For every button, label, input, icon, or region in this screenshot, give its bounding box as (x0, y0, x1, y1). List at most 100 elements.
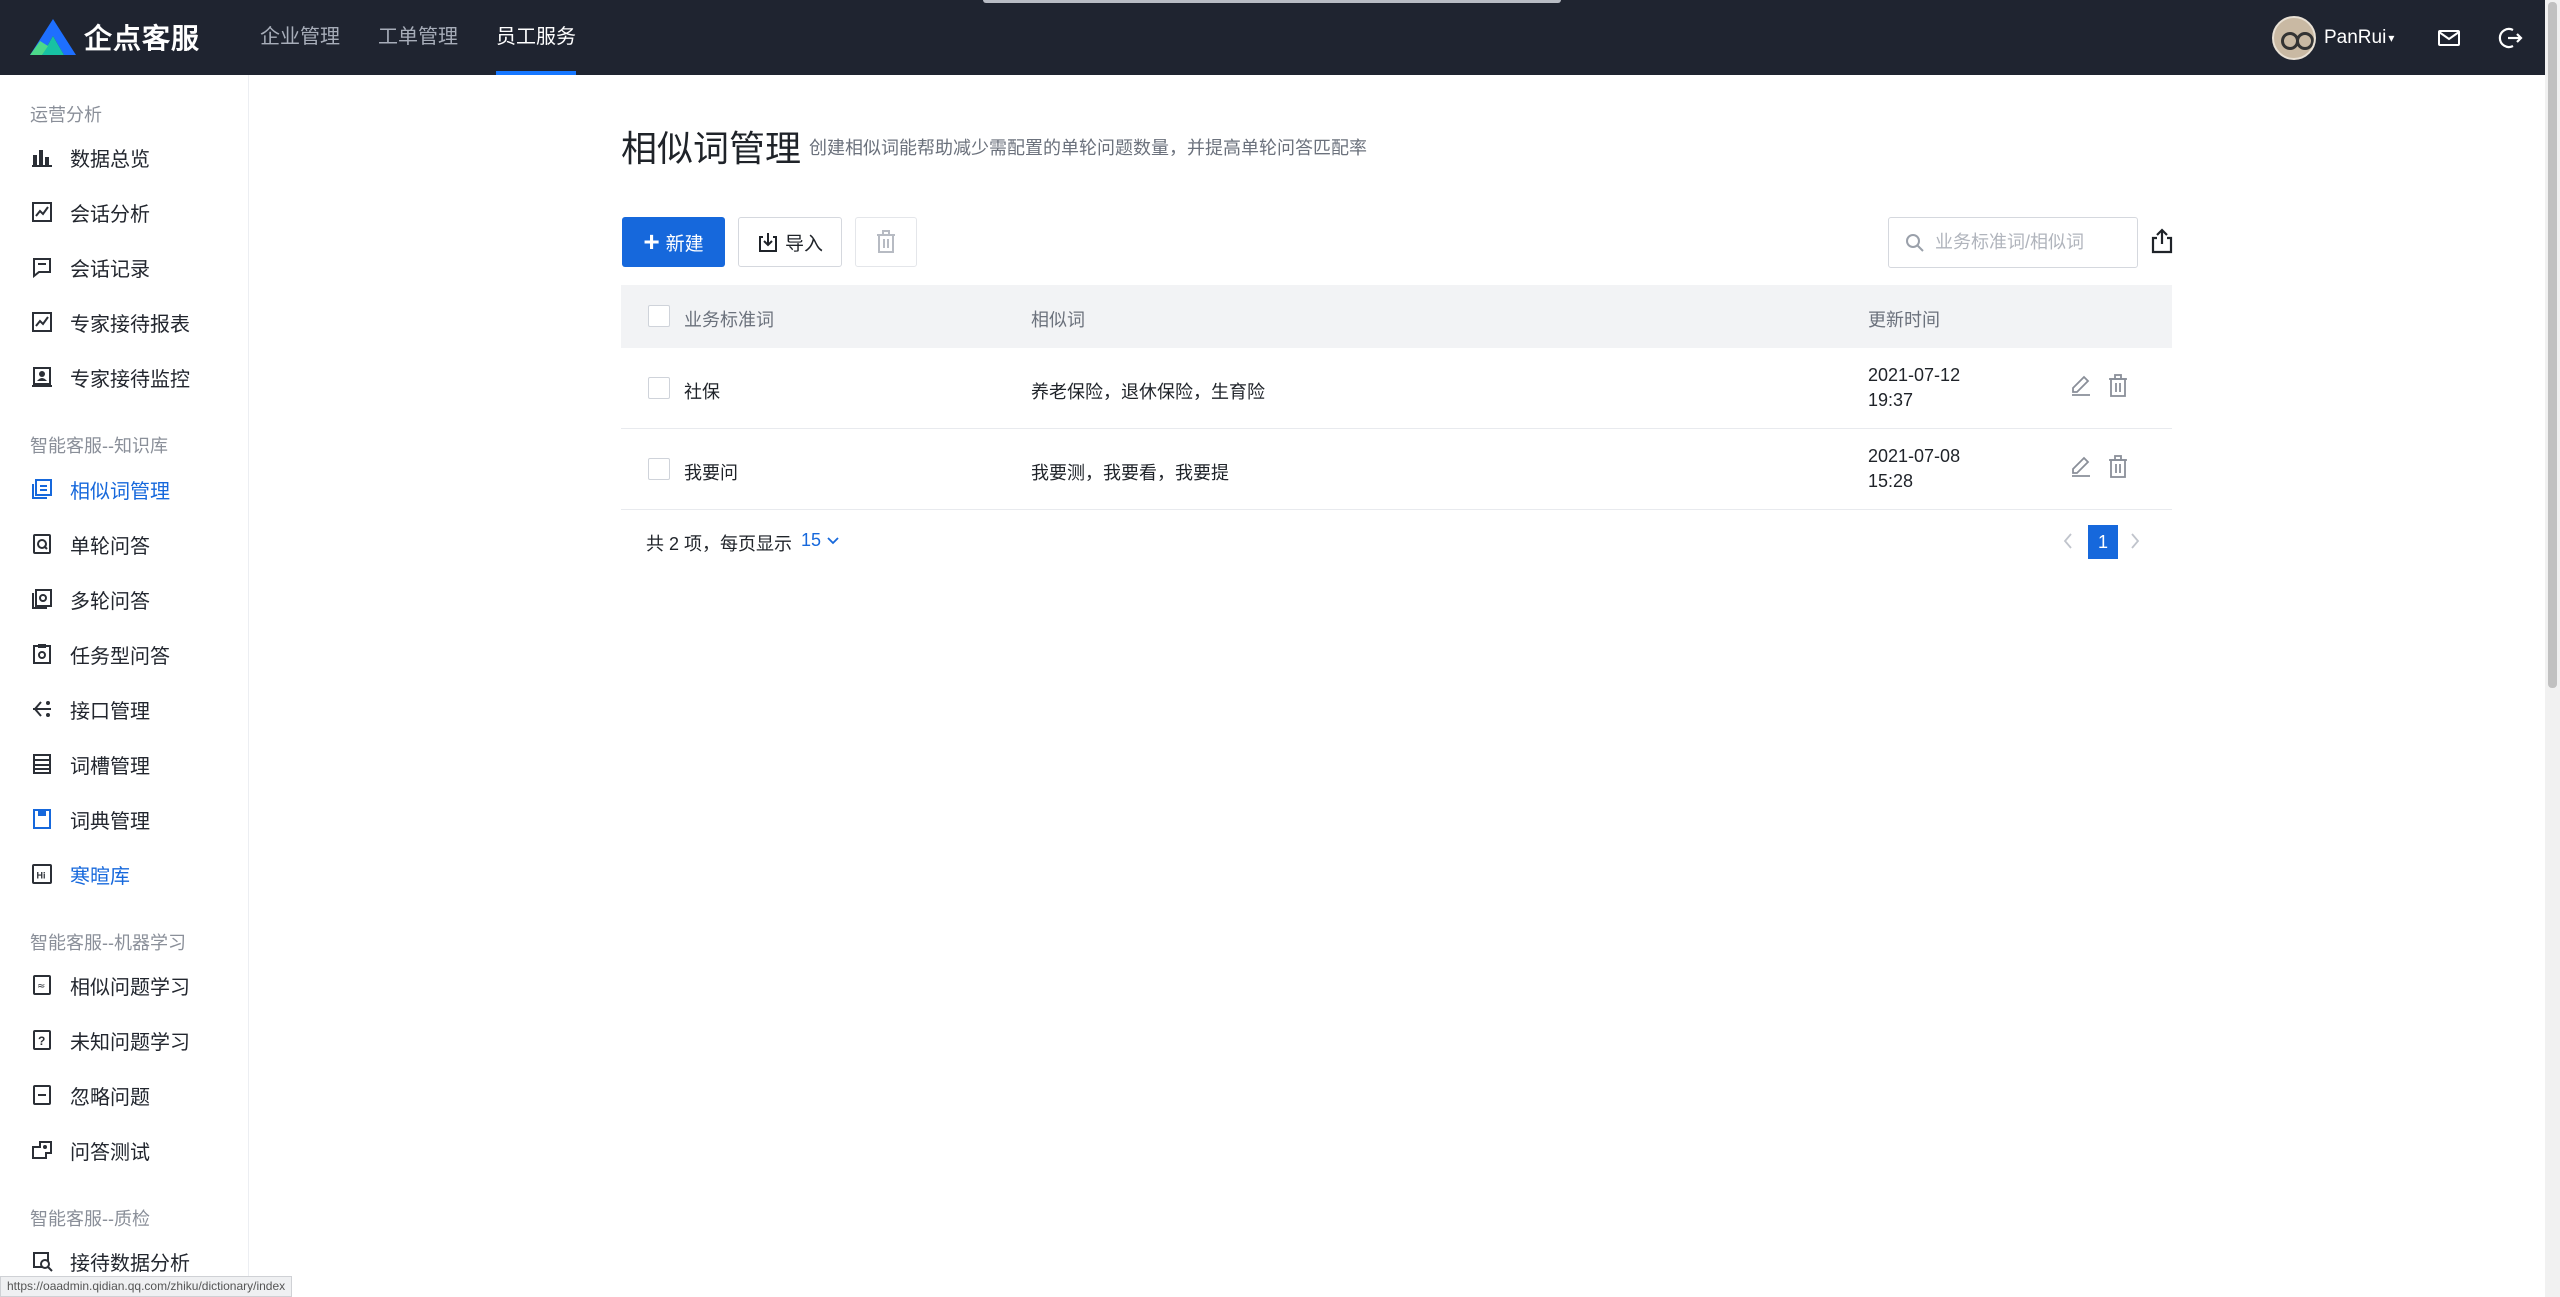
sidebar-item-greeting[interactable]: Hi 寒暄库 (30, 854, 130, 894)
updated-date: 2021-07-08 (1868, 446, 1961, 466)
prev-page-button[interactable] (2057, 526, 2079, 556)
column-header-term: 业务标准词 (684, 310, 774, 330)
sidebar-item-label: 相似词管理 (70, 480, 170, 503)
import-button[interactable]: 导入 (738, 217, 842, 267)
table-header: 业务标准词 相似词 更新时间 (621, 285, 2172, 348)
sidebar-item-expert-report[interactable]: 专家接待报表 (30, 302, 190, 342)
table-row: 我要问 我要测，我要看，我要提 2021-07-08 15:28 (621, 429, 2172, 510)
plus-icon: + (643, 226, 660, 257)
sidebar-item-api[interactable]: 接口管理 (30, 689, 150, 729)
export-icon (2151, 228, 2173, 254)
search-box[interactable] (1888, 217, 2138, 268)
monitor-icon (30, 365, 54, 389)
greeting-icon: Hi (30, 862, 54, 886)
row-checkbox[interactable] (648, 377, 670, 399)
sidebar-item-label: 接口管理 (70, 700, 150, 723)
page-number-current[interactable]: 1 (2088, 525, 2118, 559)
user-menu[interactable]: PanRui ▾ (2272, 16, 2394, 60)
trash-icon (877, 230, 895, 253)
sidebar-item-data-overview[interactable]: 数据总览 (30, 137, 150, 177)
scrollbar-thumb[interactable] (2548, 2, 2557, 688)
line-chart-icon (30, 200, 54, 224)
logo[interactable]: 企点客服 (28, 16, 200, 58)
sidebar-item-session-record[interactable]: 会话记录 (30, 247, 150, 287)
delete-button[interactable] (2105, 454, 2131, 480)
similar-words-icon (30, 477, 54, 501)
svg-text:≈: ≈ (37, 981, 45, 992)
qa-test-icon (30, 1138, 54, 1162)
sidebar-item-single-qa[interactable]: 单轮问答 (30, 524, 150, 564)
edit-button[interactable] (2068, 373, 2094, 399)
single-qa-icon (30, 532, 54, 556)
dictionary-icon (30, 807, 54, 831)
sidebar-item-label: 专家接待报表 (70, 313, 190, 336)
mail-icon[interactable] (2435, 24, 2463, 52)
sidebar-group-title: 运营分析 (30, 105, 102, 125)
page-size-select[interactable]: 15 (801, 530, 840, 551)
sidebar-item-expert-monitor[interactable]: 专家接待监控 (30, 357, 190, 397)
sidebar-group-title: 智能客服--机器学习 (30, 933, 186, 953)
sidebar-item-label: 多轮问答 (70, 590, 150, 613)
caret-down-icon[interactable]: ▾ (2388, 31, 2394, 45)
edit-button[interactable] (2068, 454, 2094, 480)
logout-icon[interactable] (2496, 24, 2524, 52)
chevron-left-icon (2063, 533, 2072, 549)
sidebar-item-label: 词典管理 (70, 810, 150, 833)
sidebar-item-similar-words[interactable]: 相似词管理 (30, 469, 170, 509)
new-button[interactable]: + 新建 (622, 217, 725, 267)
column-header-similar: 相似词 (1031, 310, 1085, 330)
sidebar-item-qa-test[interactable]: 问答测试 (30, 1130, 150, 1170)
select-all-checkbox[interactable] (648, 305, 670, 327)
sidebar-item-ignore[interactable]: 忽略问题 (30, 1075, 150, 1115)
trash-icon (2109, 374, 2127, 397)
column-header-updated: 更新时间 (1868, 310, 1940, 330)
updated-time: 15:28 (1868, 471, 1914, 491)
page-description: 创建相似词能帮助减少需配置的单轮问题数量，并提高单轮问答匹配率 (809, 138, 1367, 158)
topnav-employee-service[interactable]: 员工服务 (496, 0, 576, 75)
next-page-button[interactable] (2124, 526, 2146, 556)
sidebar-item-data-analysis[interactable]: 接待数据分析 (30, 1241, 190, 1281)
export-button[interactable] (2147, 224, 2177, 258)
batch-delete-button[interactable] (855, 217, 917, 267)
ignore-icon (30, 1083, 54, 1107)
sidebar-item-label: 单轮问答 (70, 535, 150, 558)
updated-time: 19:37 (1868, 390, 1914, 410)
search-input[interactable] (1935, 232, 2125, 253)
page-size-value: 15 (801, 530, 822, 550)
sidebar-item-label: 寒暄库 (70, 865, 130, 888)
vertical-scrollbar[interactable] (2545, 0, 2560, 1297)
edit-icon (2072, 456, 2090, 477)
sidebar-item-label: 接待数据分析 (70, 1252, 190, 1275)
avatar[interactable] (2272, 16, 2316, 60)
page-title: 相似词管理 (621, 128, 802, 169)
sidebar-item-dictionary[interactable]: 词典管理 (30, 799, 150, 839)
sidebar-item-similar-question[interactable]: ≈ 相似问题学习 (30, 965, 190, 1005)
sidebar-item-label: 数据总览 (70, 148, 150, 171)
delete-button[interactable] (2105, 373, 2131, 399)
sidebar-item-label: 忽略问题 (70, 1086, 150, 1109)
svg-text:?: ? (38, 1034, 45, 1048)
similar-words-table: 业务标准词 相似词 更新时间 社保 养老保险，退休保险，生育险 2021-07-… (621, 285, 2172, 510)
term-cell: 社保 (684, 382, 720, 402)
sidebar-item-session-analysis[interactable]: 会话分析 (30, 192, 150, 232)
slot-icon (30, 752, 54, 776)
user-name[interactable]: PanRui (2324, 27, 2386, 49)
similar-question-icon: ≈ (30, 973, 54, 997)
sidebar-item-unknown-question[interactable]: ? 未知问题学习 (30, 1020, 190, 1060)
topnav-enterprise[interactable]: 企业管理 (260, 0, 340, 75)
sidebar-item-task-qa[interactable]: 任务型问答 (30, 634, 170, 674)
api-icon (30, 697, 54, 721)
sidebar-item-label: 会话分析 (70, 203, 150, 226)
sidebar-item-multi-qa[interactable]: 多轮问答 (30, 579, 150, 619)
chevron-down-icon (827, 537, 839, 545)
svg-text:Hi: Hi (37, 871, 46, 881)
sidebar-item-slot[interactable]: 词槽管理 (30, 744, 150, 784)
topnav-ticket[interactable]: 工单管理 (378, 0, 458, 75)
edit-icon (2072, 375, 2090, 396)
term-cell: 我要问 (684, 463, 738, 483)
sidebar-item-label: 相似问题学习 (70, 976, 190, 999)
row-checkbox[interactable] (648, 458, 670, 480)
status-bar-url: https://oaadmin.qidian.qq.com/zhiku/dict… (0, 1276, 293, 1297)
line-chart-icon (30, 310, 54, 334)
sidebar-item-label: 会话记录 (70, 258, 150, 281)
